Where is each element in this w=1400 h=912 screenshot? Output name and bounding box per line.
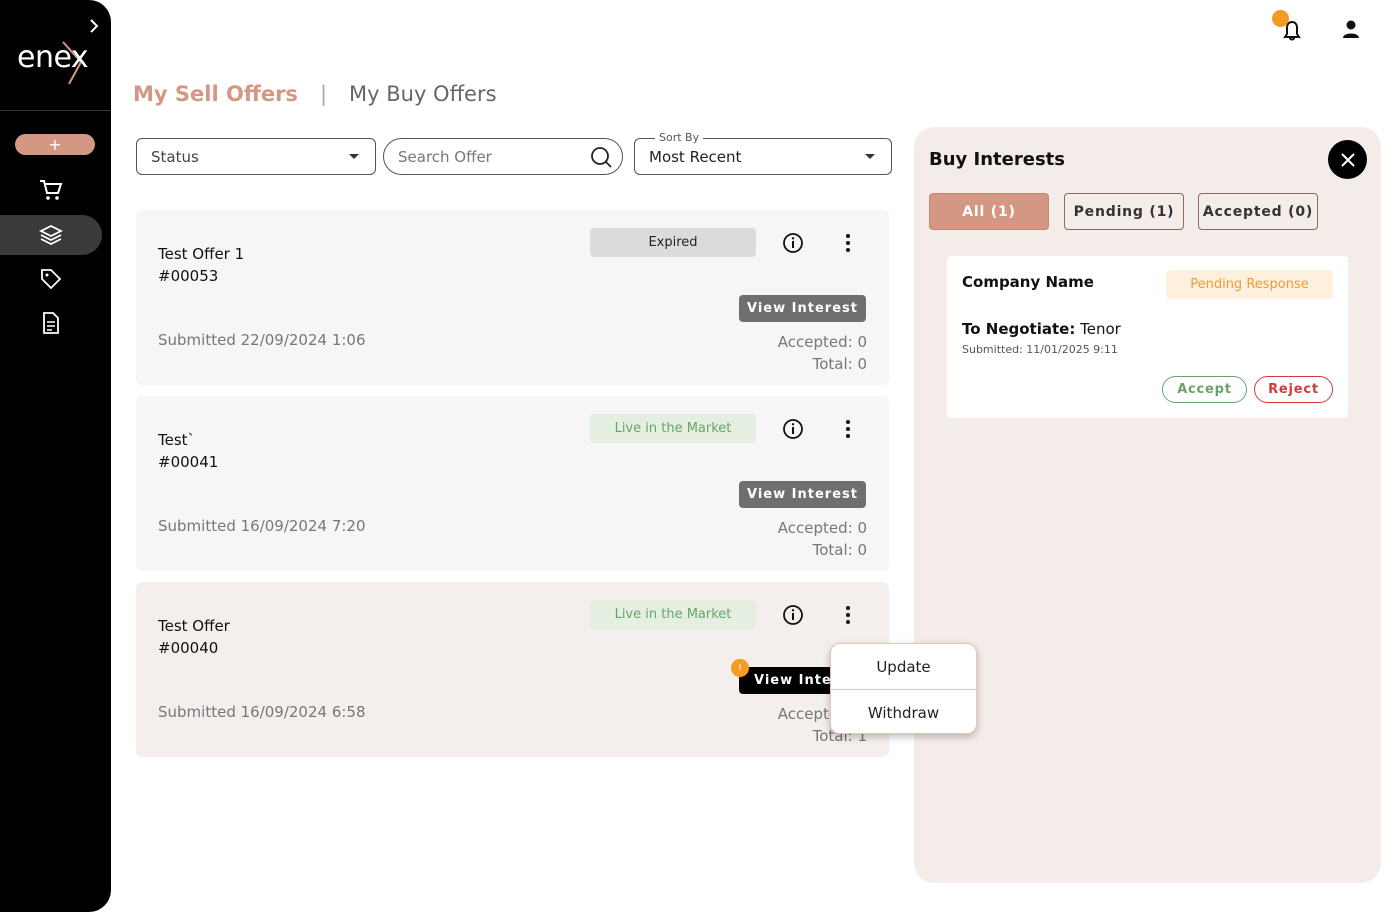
dot-icon [846,234,850,238]
dot-icon [846,248,850,252]
chevron-down-icon [349,154,359,159]
dot-icon [846,241,850,245]
tab-accepted[interactable]: Accepted (0) [1198,193,1318,230]
dot-icon [846,420,850,424]
logo: enex [17,36,97,86]
dot-icon [846,427,850,431]
offer-context-menu: Update Withdraw [830,643,977,734]
info-icon [783,605,803,625]
offer-card: Test Offer #00040 Live in the Market ! V… [136,582,889,757]
submitted-date: Submitted 16/09/2024 7:20 [158,517,366,535]
sidebar-item-cart[interactable] [0,170,102,210]
sidebar-item-tag[interactable] [0,259,102,299]
app-root: enex + My Sell Offers | My Buy Offers St… [0,0,1400,912]
menu-item-withdraw[interactable]: Withdraw [831,690,976,735]
more-options-button[interactable] [840,232,856,254]
dot-icon [846,434,850,438]
negotiate-label: To Negotiate: [962,320,1076,338]
tab-my-buy-offers[interactable]: My Buy Offers [349,82,497,106]
sidebar: enex + [0,0,111,912]
more-options-button[interactable] [840,418,856,440]
view-interest-button[interactable]: View Interest [739,481,866,508]
notifications-button[interactable] [1272,10,1304,42]
sort-value: Most Recent [649,147,742,166]
tab-separator: | [319,82,328,106]
cart-icon [40,180,63,200]
tab-all[interactable]: All (1) [929,193,1049,230]
submitted-date: Submitted 22/09/2024 1:06 [158,331,366,349]
document-icon [43,312,59,334]
offer-card: Test Offer 1 #00053 Expired View Interes… [136,210,889,385]
search-icon [591,147,612,168]
accepted-count: Accepted: 0 [777,519,867,537]
accept-button[interactable]: Accept [1162,376,1247,403]
tab-my-sell-offers[interactable]: My Sell Offers [133,82,298,106]
notification-dot [1272,10,1289,27]
reject-button[interactable]: Reject [1254,376,1333,403]
view-interest-button[interactable]: View Interest [739,295,866,322]
offer-title: Test Offer [158,617,230,635]
dot-icon [846,620,850,624]
user-profile-button[interactable] [1340,18,1362,40]
sidebar-item-document[interactable] [0,303,102,343]
interest-counts: Accepted: 0 Total: 0 [778,517,867,561]
status-badge: Live in the Market [590,600,756,629]
user-icon [1343,20,1359,38]
offer-card: Test` #00041 Live in the Market View Int… [136,396,889,571]
info-button[interactable] [782,232,804,254]
sort-select[interactable]: Sort By Most Recent [634,131,892,175]
dot-icon [846,606,850,610]
info-icon [783,233,803,253]
info-icon [783,419,803,439]
total-count: Total: 0 [812,355,867,373]
offer-title-block: Test Offer 1 #00053 [158,243,244,287]
new-interest-badge: ! [731,659,749,677]
expand-sidebar-chevron-icon[interactable] [86,16,102,36]
add-offer-button[interactable]: + [15,134,95,155]
offer-title-block: Test` #00041 [158,429,218,473]
accepted-count: Accepted: 0 [777,333,867,351]
close-icon [1340,152,1355,167]
tag-icon [41,269,62,290]
negotiate-value: Tenor [1075,320,1121,338]
dot-icon [846,613,850,617]
layers-icon [39,224,63,246]
status-select-label: Status [151,147,199,166]
menu-item-update[interactable]: Update [831,644,976,689]
interest-counts: Accepted: 0 Total: 0 [778,331,867,375]
panel-title: Buy Interests [929,149,1065,170]
offer-title-block: Test Offer #00040 [158,615,230,659]
status-select[interactable]: Status [136,138,376,175]
offer-id: #00041 [158,453,219,471]
status-badge: Expired [590,228,756,257]
info-button[interactable] [782,604,804,626]
offer-title: Test Offer 1 [158,245,245,263]
offer-tabs: My Sell Offers | My Buy Offers [133,82,497,106]
total-count: Total: 0 [812,541,867,559]
status-badge: Live in the Market [590,414,756,443]
negotiate-line: To Negotiate: Tenor [962,320,1121,338]
chevron-down-icon [865,154,875,159]
offer-id: #00040 [158,639,219,657]
buy-interests-panel: Buy Interests All (1) Pending (1) Accept… [914,127,1381,883]
submitted-date: Submitted 16/09/2024 6:58 [158,703,366,721]
sort-label: Sort By [655,131,704,144]
tab-pending[interactable]: Pending (1) [1064,193,1184,230]
company-name: Company Name [962,273,1094,291]
offer-title: Test` [158,431,196,449]
offer-id: #00053 [158,267,219,285]
more-options-button[interactable] [840,604,856,626]
search-placeholder: Search Offer [398,147,492,166]
interest-card: Company Name Pending Response To Negotia… [947,256,1348,418]
close-panel-button[interactable] [1328,140,1367,179]
sidebar-item-layers[interactable] [0,215,102,255]
sidebar-divider [0,110,111,111]
status-badge: Pending Response [1166,270,1333,299]
logo-text: enex [17,40,89,75]
info-button[interactable] [782,418,804,440]
search-input[interactable]: Search Offer [383,138,623,175]
interest-submitted-date: Submitted: 11/01/2025 9:11 [962,343,1118,356]
